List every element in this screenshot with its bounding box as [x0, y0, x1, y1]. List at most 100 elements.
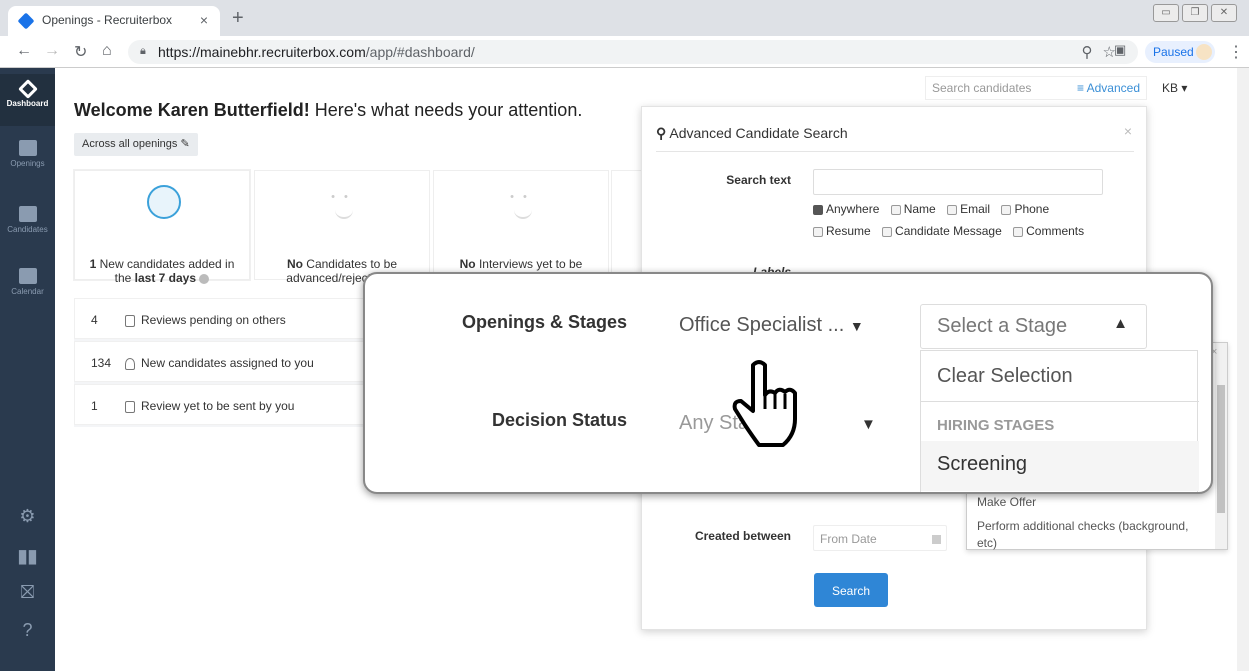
card-text-period: last 7 days — [134, 271, 197, 285]
extension-icon[interactable]: ▣ — [1114, 42, 1126, 58]
lock-icon: 🔒︎ — [140, 45, 146, 57]
gift-icon[interactable]: ⛝ — [0, 582, 55, 603]
checkbox-email[interactable] — [947, 204, 958, 215]
from-date-input[interactable]: From Date — [813, 525, 947, 551]
summary-card-to-advance[interactable]: •• No Candidates to be advanced/rejected — [254, 170, 430, 285]
task-item[interactable]: 4 Reviews pending on others — [74, 298, 374, 339]
task-item[interactable]: 134 New candidates assigned to you — [74, 341, 374, 382]
summary-card-interviews[interactable]: •• No Interviews yet to be scheduled — [433, 170, 609, 285]
stage-option[interactable]: Make Offer — [977, 495, 1036, 509]
review-doc-icon — [125, 314, 135, 327]
search-text-input[interactable] — [813, 169, 1103, 195]
search-text-label: Search text — [726, 173, 791, 187]
recruiterbox-favicon-icon — [17, 12, 35, 30]
close-window-button[interactable]: ✕ — [1211, 4, 1237, 22]
stage-dropdown-menu: Clear Selection HIRING STAGES Screening — [920, 350, 1199, 492]
candidate-card-icon — [18, 206, 37, 222]
created-between-label: Created between — [694, 529, 791, 543]
search-placeholder: Search candidates — [932, 81, 1032, 95]
chevron-down-icon: ▼ — [861, 416, 876, 433]
url-bar[interactable]: 🔒︎ https://mainebhr.recruiterbox.com/app… — [128, 40, 1138, 64]
calendar-icon[interactable] — [932, 535, 941, 544]
opening-select-value: Office Specialist ... — [679, 314, 845, 336]
smiley-icon: •• — [506, 191, 540, 219]
url-path: /app/#dashboard/ — [365, 44, 475, 60]
paused-label: Paused — [1153, 45, 1194, 59]
sidebar-item-dashboard[interactable]: Dashboard — [0, 74, 55, 126]
sidebar-item-openings[interactable]: Openings — [0, 140, 55, 168]
divider — [921, 401, 1199, 402]
back-icon[interactable]: ← — [16, 42, 32, 60]
checkbox-candidate-message[interactable] — [882, 226, 893, 237]
card-text-line1: Candidates to be — [306, 257, 398, 271]
sidebar-label-openings: Openings — [10, 159, 45, 168]
divider — [656, 151, 1134, 152]
reports-bar-chart-icon[interactable]: ▮▮ — [0, 546, 55, 567]
task-label: New candidates assigned to you — [141, 356, 314, 370]
user-menu[interactable]: KB ▾ — [1162, 81, 1187, 95]
checkbox-anywhere[interactable] — [813, 204, 823, 215]
settings-gear-icon[interactable]: ⚙ — [0, 506, 55, 527]
task-label: Review yet to be sent by you — [141, 399, 295, 413]
scrollbar-thumb[interactable] — [1217, 385, 1225, 513]
checkbox-comments[interactable] — [1013, 226, 1024, 237]
from-date-placeholder: From Date — [820, 532, 877, 546]
search-button[interactable]: Search — [814, 573, 888, 607]
checkbox-label: Anywhere — [826, 202, 880, 216]
opening-select[interactable]: Office Specialist ... ▼ — [679, 314, 864, 337]
stage-option-screening[interactable]: Screening — [937, 453, 1027, 476]
checkbox-label: Phone — [1014, 202, 1050, 216]
search-icon: ⚲ — [656, 125, 667, 141]
card-count: No — [459, 257, 476, 271]
card-text-prefix: the — [114, 271, 135, 285]
sidebar-label-candidates: Candidates — [7, 225, 48, 234]
url-host: https://mainebhr.recruiterbox.com — [158, 44, 366, 60]
chevron-up-icon: ▲ — [1113, 315, 1128, 332]
summary-card-new-candidates[interactable]: 1 New candidates added in the last 7 day… — [74, 170, 250, 285]
new-tab-button[interactable]: + — [232, 7, 244, 30]
info-icon[interactable] — [199, 273, 210, 284]
address-toolbar: ← → ↻ ⌂ 🔒︎ https://mainebhr.recruiterbox… — [0, 36, 1249, 68]
clear-selection-option[interactable]: Clear Selection — [937, 365, 1073, 388]
page-scrollbar[interactable] — [1237, 68, 1249, 671]
panel-title: ⚲ Advanced Candidate Search — [656, 125, 848, 142]
browser-tab[interactable]: Openings - Recruiterbox × — [8, 6, 220, 36]
forward-icon[interactable]: → — [44, 42, 60, 60]
sidebar-item-candidates[interactable]: Candidates — [0, 206, 55, 234]
stage-option[interactable]: Perform additional checks (background, — [977, 519, 1188, 533]
checkbox-resume[interactable] — [813, 226, 823, 237]
minimize-button[interactable]: ▭ — [1153, 4, 1179, 22]
zoom-icon[interactable]: ⚲ — [1082, 44, 1103, 61]
close-tab-icon[interactable]: × — [200, 12, 208, 28]
browser-menu-icon[interactable]: ⋮ — [1228, 42, 1244, 62]
sidebar-label-dashboard: Dashboard — [6, 99, 49, 108]
home-icon[interactable]: ⌂ — [102, 42, 112, 60]
checkbox-label: Comments — [1026, 224, 1085, 238]
stage-option-continued: etc) — [977, 536, 998, 550]
checkbox-name[interactable] — [890, 204, 901, 215]
list-scrollbar[interactable] — [1215, 343, 1227, 549]
stage-select[interactable]: Select a Stage ▲ — [920, 304, 1147, 349]
advanced-search-link[interactable]: ≡ Advanced — [1077, 81, 1140, 95]
task-item[interactable]: 1 Review yet to be sent by you — [74, 384, 374, 425]
restore-button[interactable]: ❐ — [1182, 4, 1208, 22]
help-question-icon[interactable]: ? — [0, 620, 55, 641]
card-text-line1: New candidates added in — [99, 257, 235, 271]
openings-filter-chip[interactable]: Across all openings ✎ — [74, 133, 198, 156]
profile-paused-button[interactable]: Paused — [1145, 41, 1215, 63]
close-icon[interactable]: × — [1124, 123, 1132, 139]
zoom-callout: Openings & Stages Office Specialist ... … — [363, 272, 1213, 494]
briefcase-icon — [18, 140, 37, 156]
openings-stages-label: Openings & Stages — [461, 312, 627, 332]
task-count: 1 — [91, 399, 98, 413]
user-circle-icon — [147, 185, 181, 219]
candidate-search-input[interactable]: Search candidates ≡ Advanced — [925, 76, 1147, 100]
panel-title-text: Advanced Candidate Search — [669, 125, 848, 141]
reload-icon[interactable]: ↻ — [74, 42, 87, 62]
review-doc-icon — [125, 400, 135, 413]
checkbox-phone[interactable] — [1001, 204, 1012, 215]
card-count: 1 — [89, 257, 97, 271]
tab-title: Openings - Recruiterbox — [42, 13, 173, 27]
sidebar-item-calendar[interactable]: Calendar — [0, 268, 55, 296]
pointer-hand-cursor-icon — [732, 360, 797, 447]
